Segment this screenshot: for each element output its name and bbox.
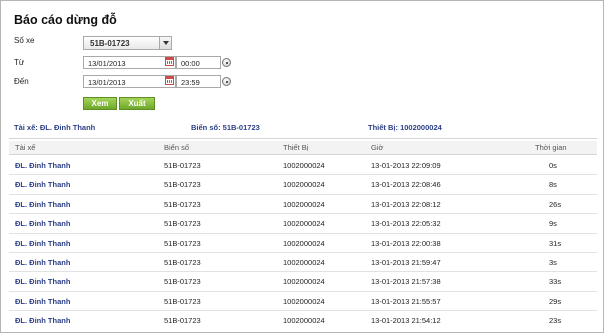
table-row: ĐL. Đinh Thanh 51B-01723 1002000024 13-0… bbox=[9, 292, 597, 312]
summary-driver: Tài xế: ĐL. Đinh Thanh bbox=[14, 123, 96, 132]
cell-driver[interactable]: ĐL. Đinh Thanh bbox=[15, 180, 70, 189]
cell-driver[interactable]: ĐL. Đinh Thanh bbox=[15, 258, 70, 267]
cell-plate: 51B-01723 bbox=[164, 180, 201, 190]
table-row: ĐL. Đinh Thanh 51B-01723 1002000024 13-0… bbox=[9, 311, 597, 330]
cell-duration: 3s bbox=[549, 258, 557, 267]
cell-time: 13-01-2013 21:55:57 bbox=[371, 296, 441, 306]
cell-time: 13-01-2013 22:09:09 bbox=[371, 161, 441, 170]
from-label: Từ bbox=[14, 58, 25, 67]
column-header-duration: Thời gian bbox=[535, 143, 567, 152]
table-row: ĐL. Đinh Thanh 51B-01723 1002000024 13-0… bbox=[9, 272, 597, 292]
to-date-input[interactable]: 13/01/2013 bbox=[83, 75, 176, 88]
column-header-time: Giờ bbox=[371, 143, 384, 152]
cell-plate: 51B-01723 bbox=[164, 219, 201, 229]
cell-device: 1002000024 bbox=[283, 199, 325, 209]
table-row: ĐL. Đinh Thanh 51B-01723 1002000024 13-0… bbox=[9, 234, 597, 253]
cell-driver[interactable]: ĐL. Đinh Thanh bbox=[15, 161, 70, 170]
to-time-input[interactable]: 23:59 bbox=[176, 75, 221, 88]
page-title: Báo cáo dừng đỗ bbox=[14, 13, 117, 27]
cell-driver[interactable]: ĐL. Đinh Thanh bbox=[15, 219, 70, 228]
cell-plate: 51B-01723 bbox=[164, 238, 201, 248]
cell-plate: 51B-01723 bbox=[164, 258, 201, 267]
calendar-icon[interactable] bbox=[165, 57, 174, 66]
to-label: Đến bbox=[14, 77, 29, 86]
cell-time: 13-01-2013 21:54:12 bbox=[371, 316, 441, 326]
plate-label: Số xe bbox=[14, 36, 35, 45]
cell-device: 1002000024 bbox=[283, 296, 325, 306]
to-time-value: 23:59 bbox=[181, 78, 200, 87]
table-header: Tài xế Biển số Thiết Bị Giờ Thời gian bbox=[9, 141, 597, 155]
chevron-down-icon[interactable] bbox=[159, 37, 171, 49]
cell-time: 13-01-2013 21:57:38 bbox=[371, 277, 441, 287]
calendar-icon[interactable] bbox=[165, 76, 174, 85]
cell-plate: 51B-01723 bbox=[164, 161, 201, 170]
summary-device: Thiết Bị: 1002000024 bbox=[368, 123, 442, 132]
cell-duration: 8s bbox=[549, 180, 557, 190]
export-button[interactable]: Xuất bbox=[119, 97, 155, 110]
cell-device: 1002000024 bbox=[283, 161, 325, 170]
cell-device: 1002000024 bbox=[283, 180, 325, 190]
cell-time: 13-01-2013 22:05:32 bbox=[371, 219, 441, 229]
cell-device: 1002000024 bbox=[283, 258, 325, 267]
table-row: ĐL. Đinh Thanh 51B-01723 1002000024 13-0… bbox=[9, 175, 597, 195]
cell-duration: 31s bbox=[549, 238, 562, 248]
from-time-input[interactable]: 00:00 bbox=[176, 56, 221, 69]
cell-driver[interactable]: ĐL. Đinh Thanh bbox=[15, 277, 70, 286]
from-time-value: 00:00 bbox=[181, 59, 200, 68]
cell-duration: 26s bbox=[549, 199, 562, 209]
cell-plate: 51B-01723 bbox=[164, 296, 201, 306]
cell-duration: 0s bbox=[549, 161, 557, 170]
cell-duration: 29s bbox=[549, 296, 562, 306]
report-panel: Báo cáo dừng đỗ Số xe 51B-01723 Từ 13/01… bbox=[0, 0, 604, 333]
cell-time: 13-01-2013 22:08:12 bbox=[371, 199, 441, 209]
cell-plate: 51B-01723 bbox=[164, 277, 201, 287]
cell-driver[interactable]: ĐL. Đinh Thanh bbox=[15, 316, 70, 325]
cell-time: 13-01-2013 22:08:46 bbox=[371, 180, 441, 190]
table-row: ĐL. Đinh Thanh 51B-01723 1002000024 13-0… bbox=[9, 156, 597, 176]
clock-icon[interactable] bbox=[222, 77, 231, 86]
view-button[interactable]: Xem bbox=[83, 97, 117, 110]
from-date-input[interactable]: 13/01/2013 bbox=[83, 56, 176, 69]
table-row: ĐL. Đinh Thanh 51B-01723 1002000024 13-0… bbox=[9, 253, 597, 273]
cell-device: 1002000024 bbox=[283, 238, 325, 248]
divider bbox=[9, 138, 597, 139]
clock-icon[interactable] bbox=[222, 58, 231, 67]
summary-plate: Biển số: 51B-01723 bbox=[191, 123, 260, 132]
cell-driver[interactable]: ĐL. Đinh Thanh bbox=[15, 200, 70, 209]
cell-driver[interactable]: ĐL. Đinh Thanh bbox=[15, 297, 70, 306]
cell-device: 1002000024 bbox=[283, 316, 325, 326]
cell-duration: 23s bbox=[549, 316, 562, 326]
cell-plate: 51B-01723 bbox=[164, 199, 201, 209]
to-date-value: 13/01/2013 bbox=[88, 78, 126, 87]
cell-device: 1002000024 bbox=[283, 219, 325, 229]
from-date-value: 13/01/2013 bbox=[88, 59, 126, 68]
cell-duration: 9s bbox=[549, 219, 557, 229]
cell-time: 13-01-2013 22:00:38 bbox=[371, 238, 441, 248]
cell-time: 13-01-2013 21:59:47 bbox=[371, 258, 441, 267]
cell-plate: 51B-01723 bbox=[164, 316, 201, 326]
table-row: ĐL. Đinh Thanh 51B-01723 1002000024 13-0… bbox=[9, 195, 597, 215]
cell-device: 1002000024 bbox=[283, 277, 325, 287]
column-header-device: Thiết Bị bbox=[283, 143, 309, 152]
cell-driver[interactable]: ĐL. Đinh Thanh bbox=[15, 239, 70, 248]
column-header-plate: Biển số bbox=[164, 143, 190, 152]
cell-duration: 33s bbox=[549, 277, 562, 287]
plate-select-value: 51B-01723 bbox=[90, 39, 130, 48]
plate-select[interactable]: 51B-01723 bbox=[83, 36, 172, 50]
column-header-driver: Tài xế bbox=[15, 143, 36, 152]
table-row: ĐL. Đinh Thanh 51B-01723 1002000024 13-0… bbox=[9, 214, 597, 234]
